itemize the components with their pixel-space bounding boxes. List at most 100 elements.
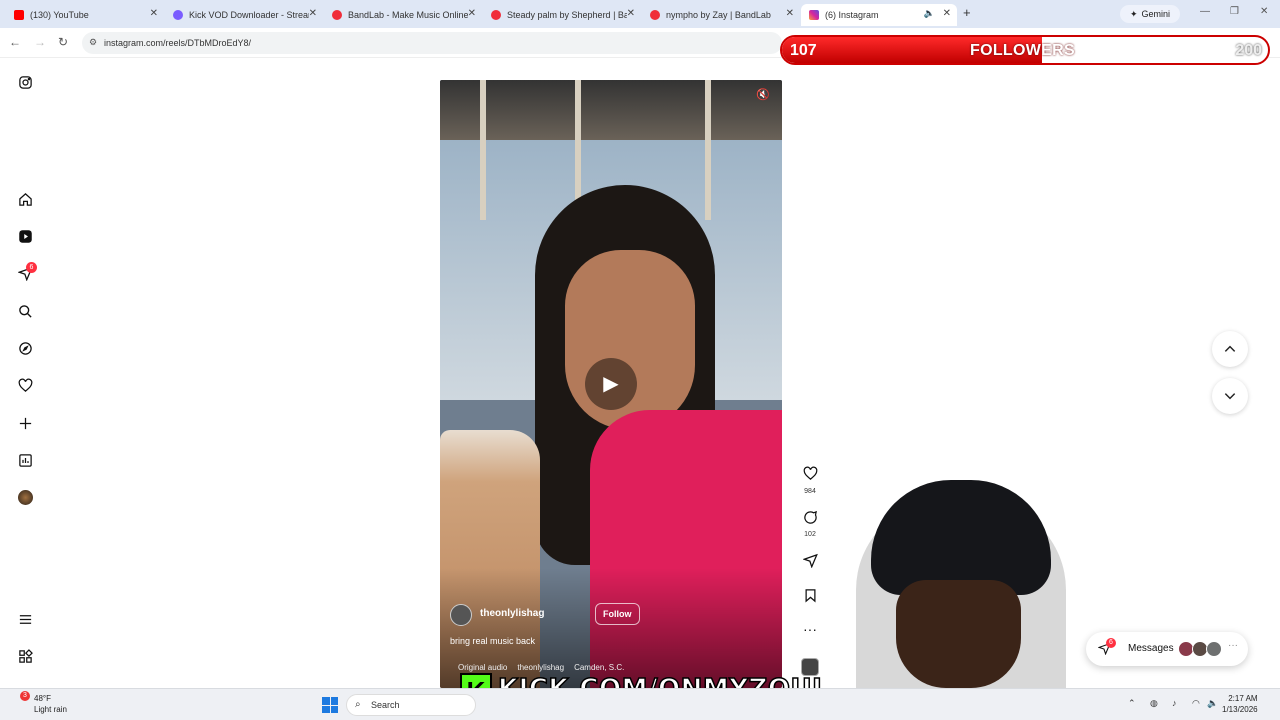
like-count: 984 bbox=[804, 488, 816, 495]
windows-start-icon[interactable] bbox=[322, 697, 338, 713]
video-background bbox=[440, 80, 782, 140]
extensions-icon[interactable]: ⧉ bbox=[1140, 36, 1149, 51]
taskbar-search[interactable]: ⌕ Search bbox=[346, 694, 476, 716]
bandlab-icon bbox=[332, 10, 342, 20]
tab-title: BandLab - Make Music Online bbox=[348, 10, 468, 20]
windows-taskbar: 3 48°F Light rain ⌕ Search ⌃ ◍ ♪ ◠ 🔈 2:1… bbox=[0, 688, 1280, 720]
reel-username[interactable]: theonlylishag bbox=[480, 608, 544, 619]
follow-button[interactable]: Follow bbox=[595, 603, 640, 625]
new-tab-button[interactable]: + bbox=[963, 5, 971, 20]
weather-temperature: 48°F bbox=[34, 694, 51, 703]
webcam-overlay bbox=[836, 470, 1126, 688]
profile-avatar-icon[interactable] bbox=[16, 488, 34, 506]
avatar[interactable] bbox=[450, 604, 472, 626]
dashboard-icon[interactable] bbox=[16, 451, 34, 469]
site-info-icon[interactable]: ⚙ bbox=[89, 37, 97, 48]
kick-icon bbox=[173, 10, 183, 20]
minimize-icon[interactable]: — bbox=[1200, 6, 1210, 17]
close-icon[interactable]: ✕ bbox=[150, 8, 158, 19]
mute-icon[interactable]: 🔇 bbox=[756, 88, 770, 101]
notification-badge: 6 bbox=[26, 262, 37, 273]
sparkle-icon: ✦ bbox=[1130, 8, 1138, 19]
search-placeholder: Search bbox=[371, 700, 400, 710]
network-icon[interactable]: ◍ bbox=[1150, 698, 1158, 709]
weather-badge: 3 bbox=[20, 691, 30, 701]
tab-youtube[interactable]: (130) YouTube ✕ bbox=[6, 4, 164, 26]
reel-video[interactable]: 🔇 ▶ theonlylishag Follow bring real musi… bbox=[440, 80, 782, 688]
next-reel-button[interactable] bbox=[1212, 378, 1248, 414]
system-clock[interactable]: 2:17 AM 1/13/2026 bbox=[1222, 693, 1258, 715]
video-subject bbox=[565, 250, 695, 430]
url-text: instagram.com/reels/DTbMDroEdY8/ bbox=[104, 38, 252, 48]
create-icon[interactable] bbox=[16, 414, 34, 432]
share-icon[interactable] bbox=[800, 553, 820, 571]
tab-instagram[interactable]: (6) Instagram 🔈 ✕ bbox=[801, 4, 957, 26]
chevron-up-icon[interactable]: ⌃ bbox=[1128, 698, 1136, 709]
explore-icon[interactable] bbox=[16, 339, 34, 357]
mic-icon[interactable]: ♪ bbox=[1172, 698, 1177, 708]
avatar bbox=[1206, 641, 1222, 657]
bandlab-icon bbox=[650, 10, 660, 20]
menu-lines-icon[interactable]: ≡ bbox=[1212, 36, 1219, 50]
more-options-icon[interactable]: ··· bbox=[800, 621, 820, 637]
close-icon[interactable]: ✕ bbox=[786, 8, 794, 19]
tab-title: nympho by Zay | BandLab bbox=[666, 10, 771, 20]
speaker-icon[interactable]: 🔈 bbox=[924, 8, 935, 19]
save-icon[interactable] bbox=[800, 588, 820, 606]
star-icon[interactable]: ☆ bbox=[1106, 36, 1117, 50]
reel-caption: bring real music back bbox=[450, 636, 536, 646]
heart-icon[interactable] bbox=[16, 376, 34, 394]
tab-title: Kick VOD Downloader - Stream bbox=[189, 10, 309, 20]
maximize-icon[interactable]: ❐ bbox=[1230, 6, 1239, 17]
followers-goal: 200 bbox=[1235, 42, 1262, 59]
forward-icon[interactable]: → bbox=[34, 35, 46, 49]
followers-current: 107 bbox=[790, 42, 817, 59]
tab-title: (6) Instagram bbox=[825, 10, 879, 20]
tab-kick-vod[interactable]: Kick VOD Downloader - Stream ✕ bbox=[165, 4, 323, 26]
sidepanel-icon[interactable]: ▣ bbox=[1176, 36, 1187, 50]
more-menu-icon[interactable] bbox=[16, 610, 34, 628]
back-icon[interactable]: ← bbox=[9, 35, 21, 49]
clock-date: 1/13/2026 bbox=[1222, 705, 1258, 714]
tab-title: (130) YouTube bbox=[30, 10, 89, 20]
tab-steady-palm[interactable]: Steady palm by Shepherd | Ban ✕ bbox=[483, 4, 641, 26]
reload-icon[interactable]: ↻ bbox=[58, 35, 68, 49]
messages-badge: 6 bbox=[1106, 638, 1116, 648]
instagram-logo-icon[interactable] bbox=[16, 73, 34, 91]
gemini-button[interactable]: ✦ Gemini bbox=[1120, 5, 1181, 23]
address-bar[interactable]: ⚙ instagram.com/reels/DTbMDroEdY8/ bbox=[82, 32, 782, 54]
weather-widget[interactable]: 3 48°F Light rain bbox=[12, 691, 67, 715]
webcam-hat bbox=[871, 480, 1051, 595]
video-background bbox=[705, 80, 711, 220]
browser-tab-strip: (130) YouTube ✕ Kick VOD Downloader - St… bbox=[0, 0, 1280, 28]
tab-nympho[interactable]: nympho by Zay | BandLab ✕ bbox=[642, 4, 800, 26]
previous-reel-button[interactable] bbox=[1212, 331, 1248, 367]
close-icon[interactable]: ✕ bbox=[309, 8, 317, 19]
more-icon: ··· bbox=[1228, 640, 1238, 651]
messages-label: Messages bbox=[1128, 643, 1174, 654]
weather-condition: Light rain bbox=[34, 705, 67, 714]
followers-label: FOLLOWERS bbox=[970, 42, 1075, 59]
close-icon[interactable]: ✕ bbox=[468, 8, 476, 19]
comment-count: 102 bbox=[804, 531, 816, 538]
search-icon[interactable] bbox=[16, 302, 34, 320]
volume-icon[interactable]: 🔈 bbox=[1207, 698, 1218, 709]
like-icon[interactable] bbox=[800, 466, 820, 484]
tab-bandlab[interactable]: BandLab - Make Music Online ✕ bbox=[324, 4, 482, 26]
home-icon[interactable] bbox=[16, 190, 34, 208]
webcam-face bbox=[896, 580, 1021, 688]
messages-button[interactable]: 6 Messages ··· bbox=[1086, 632, 1248, 666]
close-icon[interactable]: ✕ bbox=[627, 8, 635, 19]
reels-icon[interactable] bbox=[16, 227, 34, 245]
close-icon[interactable]: ✕ bbox=[943, 8, 951, 19]
comment-icon[interactable] bbox=[800, 510, 820, 528]
play-icon[interactable]: ▶ bbox=[585, 358, 637, 410]
wifi-icon[interactable]: ◠ bbox=[1192, 698, 1200, 709]
followers-goal-bar: 107 FOLLOWERS 200 bbox=[780, 35, 1270, 65]
search-icon: ⌕ bbox=[355, 699, 361, 710]
youtube-icon bbox=[14, 10, 24, 20]
instagram-icon bbox=[809, 10, 819, 20]
install-icon[interactable]: ⎘ bbox=[1085, 36, 1095, 51]
close-window-icon[interactable]: ✕ bbox=[1260, 6, 1268, 17]
also-from-meta-icon[interactable] bbox=[16, 647, 34, 665]
